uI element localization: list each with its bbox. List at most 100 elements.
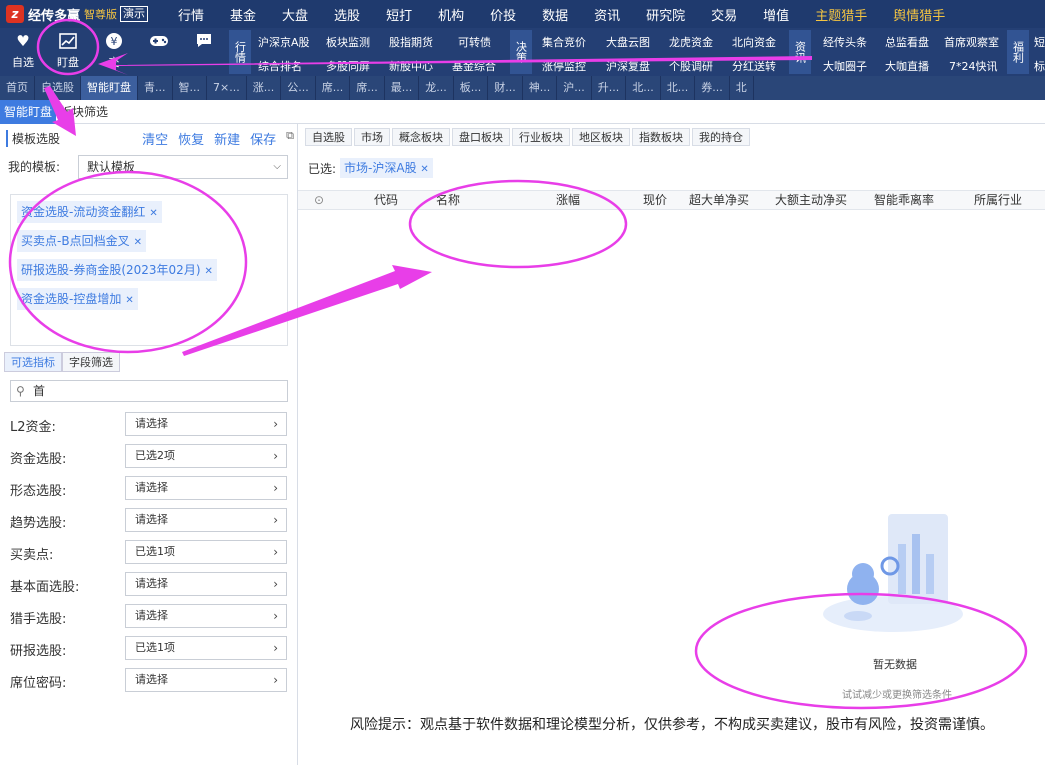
toolbar-link[interactable]: 综合排名 bbox=[258, 58, 302, 74]
page-tab[interactable]: 席... bbox=[316, 76, 351, 100]
message-button[interactable] bbox=[184, 32, 224, 72]
toolbar-link[interactable]: 北向资金 bbox=[732, 34, 776, 50]
remove-tag-icon[interactable]: ✕ bbox=[205, 266, 213, 277]
column-header[interactable]: 智能乖离率 bbox=[874, 191, 934, 209]
market-category-tab[interactable]: 自选股 bbox=[305, 128, 352, 146]
column-header[interactable]: 名称 bbox=[436, 191, 460, 209]
remove-chip-icon[interactable]: ✕ bbox=[420, 164, 428, 175]
column-header[interactable]: 超大单净买 bbox=[689, 191, 749, 209]
toolbar-link[interactable]: 个股调研 bbox=[669, 58, 713, 74]
menu-item[interactable]: 行情 bbox=[178, 5, 204, 24]
market-category-tab[interactable]: 指数板块 bbox=[632, 128, 690, 146]
market-category-tab[interactable]: 市场 bbox=[354, 128, 390, 146]
restore-button[interactable]: 恢复 bbox=[178, 129, 204, 148]
page-tab[interactable]: 沪... bbox=[557, 76, 592, 100]
page-tab[interactable]: 升... bbox=[592, 76, 627, 100]
toolbar-link[interactable]: 新股中心 bbox=[389, 58, 433, 74]
menu-item[interactable]: 资讯 bbox=[594, 5, 620, 24]
tab-available-indicators[interactable]: 可选指标 bbox=[4, 352, 62, 372]
column-header[interactable]: 涨幅 bbox=[556, 191, 580, 209]
page-tab[interactable]: 北... bbox=[626, 76, 661, 100]
page-tab[interactable]: 涨... bbox=[247, 76, 282, 100]
toolbar-link[interactable]: 短 bbox=[1034, 34, 1045, 50]
menu-item[interactable]: 机构 bbox=[438, 5, 464, 24]
menu-item[interactable]: 价投 bbox=[490, 5, 516, 24]
filter-select[interactable]: 请选择 › bbox=[125, 572, 287, 596]
menu-item[interactable]: 短打 bbox=[386, 5, 412, 24]
toolbar-link[interactable]: 大咖圈子 bbox=[823, 58, 867, 74]
trade-button[interactable]: ¥ 交 bbox=[94, 32, 134, 72]
market-category-tab[interactable]: 地区板块 bbox=[572, 128, 630, 146]
toolbar-link[interactable]: 可转债 bbox=[458, 34, 491, 50]
filter-select[interactable]: 已选1项 › bbox=[125, 540, 287, 564]
clear-button[interactable]: 清空 bbox=[142, 129, 168, 148]
toolbar-link[interactable]: 沪深复盘 bbox=[606, 58, 650, 74]
tab-sector-filter[interactable]: 板块筛选 bbox=[56, 100, 112, 124]
page-tab[interactable]: 北 bbox=[730, 76, 754, 100]
market-category-tab[interactable]: 概念板块 bbox=[392, 128, 450, 146]
toolbar-link[interactable]: 7*24快讯 bbox=[949, 58, 998, 74]
toolbar-link[interactable]: 经传头条 bbox=[823, 34, 867, 50]
page-tab[interactable]: 券... bbox=[695, 76, 730, 100]
menu-item[interactable]: 大盘 bbox=[282, 5, 308, 24]
monitor-button[interactable]: 盯盘 bbox=[48, 32, 88, 72]
page-tab[interactable]: 最... bbox=[385, 76, 420, 100]
market-category-tab[interactable]: 盘口板块 bbox=[452, 128, 510, 146]
column-header[interactable]: 大额主动净买 bbox=[775, 191, 847, 209]
toolbar-link[interactable]: 标 bbox=[1034, 58, 1045, 74]
filter-select[interactable]: 已选2项 › bbox=[125, 444, 287, 468]
page-tab[interactable]: 7×... bbox=[207, 76, 247, 100]
toolbar-link[interactable]: 板块监测 bbox=[326, 34, 370, 50]
filter-select[interactable]: 请选择 › bbox=[125, 476, 287, 500]
column-header[interactable]: 代码 bbox=[374, 191, 398, 209]
toolbar-link[interactable]: 涨停监控 bbox=[542, 58, 586, 74]
template-select[interactable]: 默认模板 ⌵ bbox=[78, 155, 288, 179]
page-tab[interactable]: 北... bbox=[661, 76, 696, 100]
filter-select[interactable]: 请选择 › bbox=[125, 508, 287, 532]
toolbar-link[interactable]: 集合竞价 bbox=[542, 34, 586, 50]
menu-item[interactable]: 数据 bbox=[542, 5, 568, 24]
toolbar-link[interactable]: 大咖直播 bbox=[885, 58, 929, 74]
watchlist-button[interactable]: ♥ 自选 bbox=[3, 32, 43, 72]
menu-item[interactable]: 增值 bbox=[763, 5, 789, 24]
toolbar-link[interactable]: 总监看盘 bbox=[885, 34, 929, 50]
column-header[interactable]: 所属行业 bbox=[974, 191, 1022, 209]
menu-item[interactable]: 选股 bbox=[334, 5, 360, 24]
page-tab[interactable]: 智能盯盘 bbox=[81, 76, 138, 100]
tab-smart-monitor[interactable]: 智能盯盘 bbox=[0, 100, 57, 124]
page-tab[interactable]: 首页 bbox=[0, 76, 35, 100]
filter-select[interactable]: 请选择 › bbox=[125, 668, 287, 692]
game-button[interactable] bbox=[139, 32, 179, 72]
menu-item[interactable]: 研究院 bbox=[646, 5, 685, 24]
filter-select[interactable]: 已选1项 › bbox=[125, 636, 287, 660]
page-tab[interactable]: 神... bbox=[523, 76, 558, 100]
market-category-tab[interactable]: 行业板块 bbox=[512, 128, 570, 146]
menu-item[interactable]: 交易 bbox=[711, 5, 737, 24]
indicator-search-input[interactable]: ⚲ 首 bbox=[10, 380, 288, 402]
menu-item[interactable]: 舆情猎手 bbox=[893, 5, 945, 24]
page-tab[interactable]: 智... bbox=[173, 76, 207, 100]
page-tab[interactable]: 青... bbox=[138, 76, 173, 100]
filter-select[interactable]: 请选择 › bbox=[125, 412, 287, 436]
new-button[interactable]: 新建 bbox=[214, 129, 240, 148]
settings-icon[interactable]: ⊙ bbox=[314, 191, 324, 209]
tab-field-filter[interactable]: 字段筛选 bbox=[62, 352, 120, 372]
toolbar-link[interactable]: 分红送转 bbox=[732, 58, 776, 74]
remove-tag-icon[interactable]: ✕ bbox=[149, 208, 157, 219]
column-header[interactable]: 现价 bbox=[643, 191, 667, 209]
page-tab[interactable]: 板... bbox=[454, 76, 489, 100]
toolbar-link[interactable]: 股指期货 bbox=[389, 34, 433, 50]
remove-tag-icon[interactable]: ✕ bbox=[125, 295, 133, 306]
popout-icon[interactable]: ⧉ bbox=[286, 129, 294, 148]
menu-item[interactable]: 主题猎手 bbox=[815, 5, 867, 24]
toolbar-link[interactable]: 沪深京A股 bbox=[258, 34, 310, 50]
page-tab[interactable]: 席... bbox=[350, 76, 385, 100]
filter-select[interactable]: 请选择 › bbox=[125, 604, 287, 628]
save-button[interactable]: 保存 bbox=[250, 129, 276, 148]
page-tab[interactable]: 公... bbox=[281, 76, 316, 100]
market-category-tab[interactable]: 我的持仓 bbox=[692, 128, 750, 146]
page-tab[interactable]: 自选股 bbox=[35, 76, 81, 100]
toolbar-link[interactable]: 多股同屏 bbox=[326, 58, 370, 74]
toolbar-link[interactable]: 首席观察室 bbox=[944, 34, 999, 50]
page-tab[interactable]: 财... bbox=[488, 76, 523, 100]
